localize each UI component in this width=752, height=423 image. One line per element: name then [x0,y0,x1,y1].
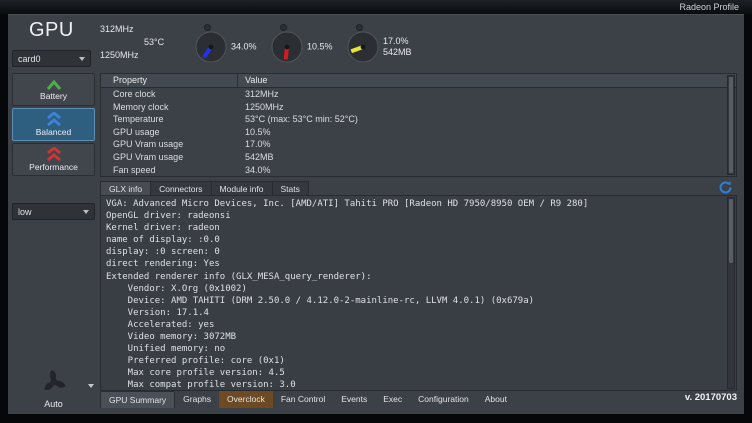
bottom-tab-events[interactable]: Events [333,391,375,408]
profile-balanced-button[interactable]: Balanced [12,108,95,141]
info-line: Extended renderer info (GLX_MESA_query_r… [106,271,724,283]
info-tabs-container: GLX infoConnectorsModule infoStats [100,179,308,196]
table-row[interactable]: Temperature53°C (max: 53°C min: 52°C) [101,114,726,127]
scrollbar-thumb[interactable] [729,199,733,263]
bottom-tab-overclock[interactable]: Overclock [219,391,273,408]
info-line: direct rendering: Yes [106,258,724,270]
chevron-down-icon [83,210,89,214]
gpu-heading: GPU [29,19,74,42]
auto-label: Auto [44,399,63,409]
gauge-vram-usage: 17.0%542MB [346,24,422,70]
value-cell: 1250MHz [238,102,284,115]
info-line: Device: AMD TAHITI (DRM 2.50.0 / 4.12.0-… [106,295,724,307]
table-row[interactable]: GPU Vram usage542MB [101,152,726,165]
temperature-reading: 53°C [144,37,164,47]
table-row[interactable]: Core clock312MHz [101,89,726,102]
bottom-tab-gpu-summary[interactable]: GPU Summary [100,391,175,408]
version-label: v. 20170703 [685,392,737,403]
property-cell: GPU Vram usage [101,152,238,165]
table-row[interactable]: Fan speed34.0% [101,165,726,176]
power-level-value: low [18,207,32,217]
card-select-value: card0 [18,54,41,64]
gauge-value: 34.0% [231,42,257,53]
table-row[interactable]: Memory clock1250MHz [101,102,726,115]
value-cell: 10.5% [238,127,271,140]
double-chevron-up-icon [45,112,63,127]
chevron-up-icon [45,78,63,91]
gauge-dial-icon [194,30,228,64]
property-cell: Fan speed [101,165,238,176]
info-line: VGA: Advanced Micro Devices, Inc. [AMD/A… [106,198,724,210]
bottom-tab-about[interactable]: About [477,391,515,408]
info-line: Unified memory: no [106,343,724,355]
refresh-button[interactable] [716,179,734,195]
property-cell: Core clock [101,89,238,102]
info-line: Max compat profile version: 3.0 [106,379,724,389]
auto-fan-button[interactable]: Auto [12,357,95,411]
bottom-tab-exec[interactable]: Exec [375,391,410,408]
info-line: Version: 17.1.4 [106,307,724,319]
summary-table: Property Value Core clock312MHzMemory cl… [100,73,737,177]
double-chevron-up-icon [45,147,63,162]
window-titlebar[interactable]: Radeon Profile [0,0,752,14]
profile-performance-button[interactable]: Performance [12,143,95,176]
table-row[interactable]: GPU Vram usage17.0% [101,139,726,152]
value-cell: 34.0% [238,165,271,176]
table-scrollbar[interactable] [727,75,735,175]
info-tabbar: GLX infoConnectorsModule infoStats [100,179,737,195]
fan-icon [39,367,69,397]
gauges: 34.0% 10.5% 17.0%542MB [194,24,422,70]
gauge-value: 10.5% [307,42,333,53]
chevron-down-icon [88,384,94,388]
profile-label: Battery [40,91,67,101]
value-cell: 53°C (max: 53°C min: 52°C) [238,114,358,127]
info-line: Vendor: X.Org (0x1002) [106,283,724,295]
value-cell: 312MHz [238,89,279,102]
memory-clock-reading: 1250MHz [100,50,139,60]
summary-table-body: Core clock312MHzMemory clock1250MHzTempe… [101,89,726,176]
bottom-tab-configuration[interactable]: Configuration [410,391,477,408]
bottom-tabbar-tabs: GPU SummaryGraphsOverclockFan ControlEve… [100,391,744,408]
chevron-down-icon [79,57,85,61]
card-select[interactable]: card0 [12,50,91,67]
gauge-dial-icon [346,30,380,64]
refresh-icon [718,180,733,195]
bottom-tab-graphs[interactable]: Graphs [175,391,219,408]
power-level-select[interactable]: low [12,203,95,220]
profile-label: Balanced [36,127,71,137]
scrollbar-thumb[interactable] [729,77,733,173]
gauge-dial-icon [270,30,304,64]
value-column-header[interactable]: Value [238,74,267,87]
property-cell: Memory clock [101,102,238,115]
bottom-tab-fan-control[interactable]: Fan Control [273,391,333,408]
gauge-value: 17.0%542MB [383,36,412,58]
core-clock-reading: 312MHz [100,24,134,34]
window-title: Radeon Profile [679,2,739,12]
table-row[interactable]: GPU usage10.5% [101,127,726,140]
profile-battery-button[interactable]: Battery [12,73,95,106]
info-line: Kernel driver: radeon [106,222,724,234]
app-window: GPU card0 312MHz 53°C 1250MHz 34.0% 10.5%… [8,14,744,414]
profile-label: Performance [29,162,78,172]
info-line: Preferred profile: core (0x1) [106,355,724,367]
info-line: name of display: :0.0 [106,234,724,246]
info-scrollbar[interactable] [727,197,735,389]
info-line: OpenGL driver: radeonsi [106,210,724,222]
property-column-header[interactable]: Property [101,74,238,87]
screen: Radeon Profile GPU card0 312MHz 53°C 125… [0,0,752,423]
value-cell: 542MB [238,152,274,165]
table-header: Property Value [101,74,736,88]
info-line: Accelerated: yes [106,319,724,331]
property-cell: Temperature [101,114,238,127]
info-line: Video memory: 3072MB [106,331,724,343]
property-cell: GPU usage [101,127,238,140]
info-line: Max core profile version: 4.5 [106,367,724,379]
gauge-fan-speed: 34.0% [194,24,270,70]
value-cell: 17.0% [238,139,271,152]
gauge-gpu-usage: 10.5% [270,24,346,70]
property-cell: GPU Vram usage [101,139,238,152]
glx-info-text: VGA: Advanced Micro Devices, Inc. [AMD/A… [106,198,724,389]
info-line: display: :0 screen: 0 [106,246,724,258]
glx-info-panel: VGA: Advanced Micro Devices, Inc. [AMD/A… [100,195,737,391]
